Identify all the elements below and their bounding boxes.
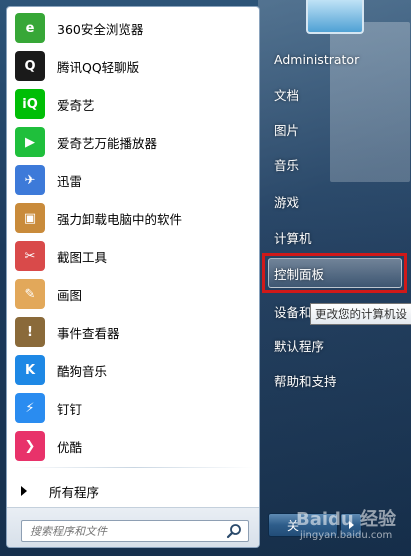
program-label: 爱奇艺	[57, 97, 95, 113]
program-item[interactable]: ⚡ 钉钉	[11, 391, 255, 425]
computer-label: 计算机	[274, 230, 312, 246]
program-label: 腾讯QQ轻聊版	[57, 59, 140, 75]
iqiyi-player-icon: ▶	[15, 127, 45, 157]
user-name-label: Administrator	[274, 51, 360, 67]
program-item[interactable]: ✈ 迅雷	[11, 163, 255, 197]
default-programs-link[interactable]: 默认程序	[270, 330, 404, 360]
program-item[interactable]: K 酷狗音乐	[11, 353, 255, 387]
program-item[interactable]: ✎ 画图	[11, 277, 255, 311]
program-label: 360安全浏览器	[57, 21, 144, 37]
computer-link[interactable]: 计算机	[270, 222, 404, 252]
program-list-panel: e 360安全浏览器 Q 腾讯QQ轻聊版 iQ 爱奇艺 ▶ 爱奇艺万能播放器 ✈ 迅雷 ▣ 强力卸载电…	[6, 6, 260, 548]
program-label: 截图工具	[57, 249, 108, 265]
program-label: 钉钉	[57, 401, 83, 417]
program-label: 事件查看器	[57, 325, 120, 341]
watermark-brand: Baidu 经验	[296, 509, 397, 530]
program-label: 迅雷	[57, 173, 83, 189]
music-link[interactable]: 音乐	[270, 149, 404, 179]
games-link[interactable]: 游戏	[270, 186, 404, 216]
help-support-link[interactable]: 帮助和支持	[270, 365, 404, 395]
qq-penguin-icon: Q	[15, 51, 45, 81]
help-support-label: 帮助和支持	[274, 373, 337, 389]
arrow-right-icon	[21, 486, 27, 496]
games-label: 游戏	[274, 194, 300, 210]
program-item[interactable]: ▣ 强力卸载电脑中的软件	[11, 201, 255, 235]
search-icon[interactable]	[226, 523, 242, 539]
xunlei-bird-icon: ✈	[15, 165, 45, 195]
all-programs-label: 所有程序	[49, 484, 100, 500]
scissors-icon: ✂	[15, 241, 45, 271]
360-browser-icon: e	[15, 13, 45, 43]
program-label: 爱奇艺万能播放器	[57, 135, 158, 151]
iqiyi-icon: iQ	[15, 89, 45, 119]
program-item[interactable]: ❯ 优酷	[11, 429, 255, 463]
search-box[interactable]	[21, 520, 249, 542]
program-label: 画图	[57, 287, 83, 303]
all-programs-button[interactable]: 所有程序	[15, 477, 253, 505]
search-input[interactable]	[22, 521, 226, 541]
separator	[15, 467, 253, 468]
dingtalk-icon: ⚡	[15, 393, 45, 423]
program-item[interactable]: iQ 爱奇艺	[11, 87, 255, 121]
uninstall-box-icon: ▣	[15, 203, 45, 233]
music-label: 音乐	[274, 157, 300, 173]
pictures-label: 图片	[274, 122, 300, 138]
program-label: 强力卸载电脑中的软件	[57, 211, 183, 227]
kugou-icon: K	[15, 355, 45, 385]
default-programs-label: 默认程序	[274, 338, 325, 354]
youku-icon: ❯	[15, 431, 45, 461]
program-item[interactable]: e 360安全浏览器	[11, 11, 255, 45]
search-area	[7, 507, 259, 547]
event-viewer-icon: !	[15, 317, 45, 347]
program-item[interactable]: ! 事件查看器	[11, 315, 255, 349]
program-item[interactable]: ▶ 爱奇艺万能播放器	[11, 125, 255, 159]
program-item[interactable]: Q 腾讯QQ轻聊版	[11, 49, 255, 83]
program-item[interactable]: ✂ 截图工具	[11, 239, 255, 273]
user-picture[interactable]	[306, 0, 364, 34]
watermark-url: jingyan.baidu.com	[300, 530, 393, 541]
program-label: 酷狗音乐	[57, 363, 108, 379]
user-name-link[interactable]: Administrator	[270, 44, 404, 74]
tooltip: 更改您的计算机设	[310, 303, 411, 325]
paint-palette-icon: ✎	[15, 279, 45, 309]
devices-label: 设备和	[274, 304, 312, 320]
documents-label: 文档	[274, 87, 300, 103]
pictures-link[interactable]: 图片	[270, 114, 404, 144]
documents-link[interactable]: 文档	[270, 79, 404, 109]
annotation-highlight-box	[262, 253, 407, 293]
program-label: 优酷	[57, 439, 83, 455]
